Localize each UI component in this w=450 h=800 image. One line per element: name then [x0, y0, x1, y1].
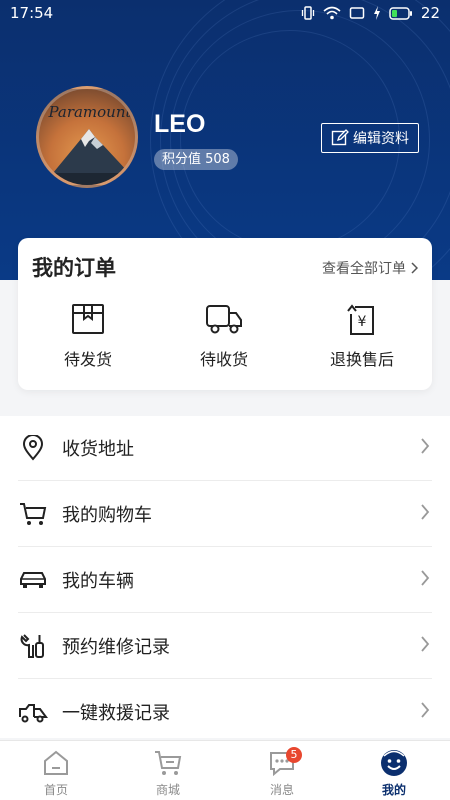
order-label: 退换售后 — [329, 350, 394, 369]
location-icon — [22, 435, 44, 461]
tab-label: 消息 — [269, 783, 294, 797]
battery-level: 22 — [420, 4, 440, 22]
bottom-tab-bar: 首页 商城 5 消息 我的 — [0, 740, 450, 800]
username: LEO — [154, 110, 206, 138]
view-all-orders-link[interactable]: 查看全部订单 — [322, 258, 418, 278]
points-badge: 积分值 508 — [154, 149, 238, 170]
chevron-right-icon — [421, 504, 430, 520]
menu-item-cart[interactable]: 我的购物车 — [18, 482, 432, 547]
menu-item-address[interactable]: 收货地址 — [18, 416, 432, 481]
orders-card: 我的订单 查看全部订单 待发货 待收货 ¥ 退换售后 — [18, 238, 432, 390]
shop-cart-icon — [155, 751, 182, 775]
package-icon — [72, 304, 104, 334]
battery-icon — [389, 6, 412, 20]
menu-item-vehicles[interactable]: 我的车辆 — [18, 548, 432, 613]
tab-profile[interactable]: 我的 — [364, 747, 424, 798]
status-time: 17:54 — [10, 4, 54, 22]
svg-text:¥: ¥ — [358, 314, 367, 330]
orders-title: 我的订单 — [32, 256, 116, 280]
tab-label: 商城 — [155, 783, 180, 797]
profile-icon — [381, 750, 407, 776]
view-all-orders-label: 查看全部订单 — [322, 261, 406, 277]
home-icon — [44, 750, 68, 775]
edit-profile-label: 编辑资料 — [353, 131, 409, 147]
chevron-right-icon — [421, 636, 430, 652]
avatar-image: Paramount — [39, 103, 135, 185]
menu-label: 预约维修记录 — [62, 637, 170, 658]
menu-label: 我的购物车 — [62, 505, 152, 526]
car-icon — [20, 572, 46, 588]
tab-messages[interactable]: 5 消息 — [252, 747, 312, 798]
charging-icon — [373, 6, 380, 20]
menu-list: 收货地址 我的购物车 我的车辆 预约维修记录 一键救援记录 — [0, 416, 450, 745]
avatar[interactable]: Paramount — [36, 86, 138, 188]
message-badge: 5 — [286, 747, 302, 763]
vibrate-icon — [301, 6, 315, 20]
order-pending-shipment[interactable]: 待发货 — [28, 300, 148, 370]
wifi-icon — [323, 6, 341, 20]
truck-icon — [206, 305, 242, 334]
repair-icon — [20, 634, 44, 658]
menu-label: 收货地址 — [62, 439, 134, 460]
cart-icon — [20, 503, 47, 525]
status-bar: 17:54 22 — [0, 0, 450, 26]
avatar-logo-text: Paramount — [47, 103, 132, 121]
chevron-right-icon — [421, 570, 430, 586]
menu-item-rescue-records[interactable]: 一键救援记录 — [18, 680, 432, 745]
order-after-sales[interactable]: ¥ 退换售后 — [302, 300, 422, 370]
tow-truck-icon — [19, 704, 48, 723]
chevron-right-icon — [421, 438, 430, 454]
order-label: 待发货 — [63, 350, 112, 369]
refund-icon: ¥ — [347, 304, 374, 335]
edit-profile-button[interactable]: 编辑资料 — [321, 123, 419, 153]
edit-icon — [331, 129, 349, 146]
menu-label: 一键救援记录 — [62, 703, 170, 724]
tab-label: 我的 — [381, 783, 406, 797]
tab-home[interactable]: 首页 — [26, 747, 86, 798]
tab-shop[interactable]: 商城 — [138, 747, 198, 798]
menu-item-repair-records[interactable]: 预约维修记录 — [18, 614, 432, 679]
order-pending-receipt[interactable]: 待收货 — [164, 300, 284, 370]
tab-label: 首页 — [43, 783, 68, 797]
screen-icon — [349, 7, 365, 19]
chevron-right-icon — [421, 702, 430, 718]
menu-label: 我的车辆 — [62, 571, 134, 592]
chevron-right-icon — [411, 262, 418, 274]
order-label: 待收货 — [199, 350, 248, 369]
